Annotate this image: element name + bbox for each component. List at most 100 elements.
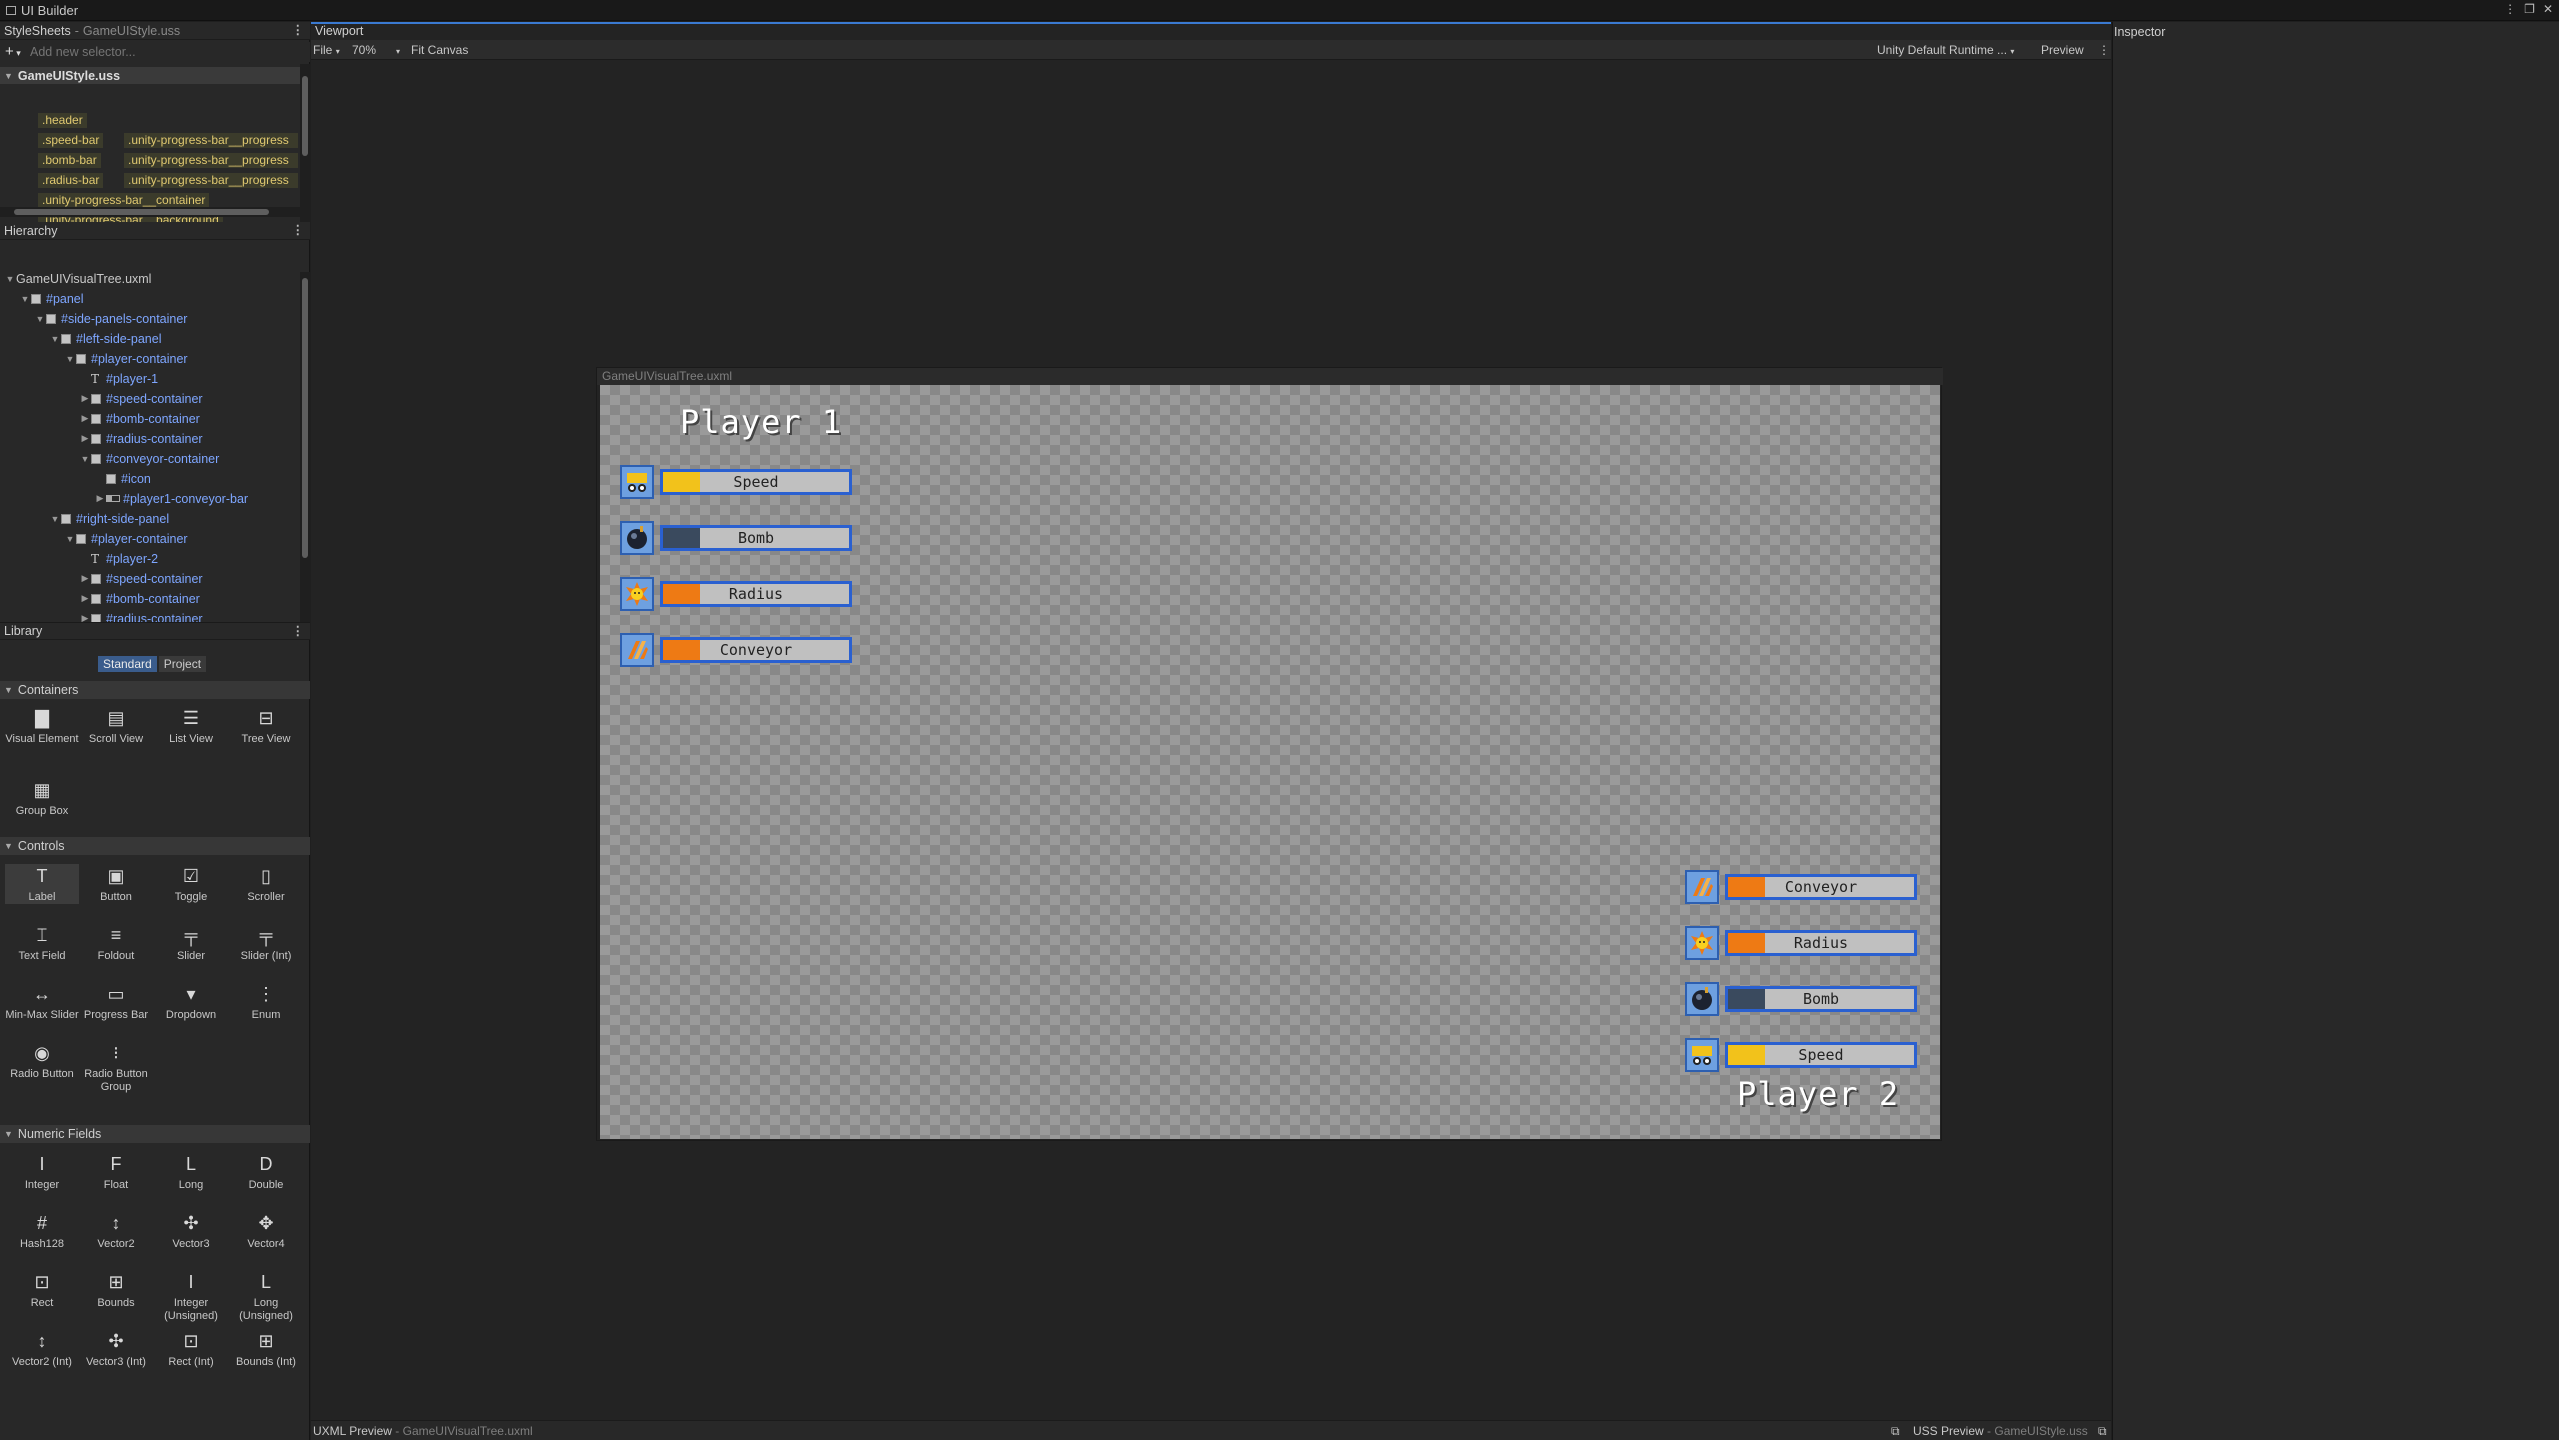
hierarchy-row[interactable]: ▼ #side-panels-container — [34, 310, 188, 327]
window-menu-icon[interactable]: ⋮ — [2504, 2, 2516, 16]
expand-arrow-icon[interactable]: ▼ — [4, 274, 16, 284]
selector-chip[interactable]: .unity-progress-bar__progress — [124, 133, 298, 148]
expand-arrow-icon[interactable]: ▼ — [49, 514, 61, 524]
hierarchy-scroll-thumb[interactable] — [302, 278, 308, 558]
library-item-min-max-slider[interactable]: ↔ Min-Max Slider — [5, 982, 79, 1022]
tab-standard[interactable]: Standard — [98, 656, 157, 672]
library-item-integer-unsigned[interactable]: I Integer (Unsigned) — [154, 1270, 228, 1323]
stat-progress-bar[interactable]: Conveyor — [1725, 874, 1917, 900]
library-item-slider[interactable]: ╤ Slider — [154, 923, 228, 963]
library-item-vector3[interactable]: ✣ Vector3 — [154, 1211, 228, 1251]
stat-row-bomb[interactable]: Bomb — [1685, 982, 1917, 1016]
selector-chip[interactable]: .unity-progress-bar__container — [38, 193, 210, 208]
library-item-text-field[interactable]: ⌶ Text Field — [5, 923, 79, 963]
hierarchy-row[interactable]: ▶ #speed-container — [79, 390, 203, 407]
collapse-arrow-icon[interactable]: ▼ — [4, 71, 13, 81]
selector-chip[interactable]: .bomb-bar — [38, 153, 101, 168]
stat-progress-bar[interactable]: Bomb — [660, 525, 852, 551]
library-item-visual-element[interactable]: ▇ Visual Element — [5, 706, 79, 746]
selector-chip[interactable]: .header — [38, 113, 87, 128]
hierarchy-row[interactable]: ▶ #bomb-container — [79, 590, 200, 607]
close-icon[interactable]: ✕ — [2543, 2, 2553, 16]
stat-progress-bar[interactable]: Speed — [1725, 1042, 1917, 1068]
selector-chip[interactable]: .speed-bar — [38, 133, 104, 148]
collapse-arrow-icon[interactable]: ▶ — [79, 593, 91, 604]
stat-row-speed[interactable]: Speed — [1685, 1038, 1917, 1072]
stylesheets-hscroll-thumb[interactable] — [14, 209, 269, 215]
document-canvas[interactable]: GameUIVisualTree.uxml Player 1 Speed Bomb… — [596, 367, 1943, 1141]
collapse-arrow-icon[interactable]: ▶ — [79, 573, 91, 584]
library-item-bounds[interactable]: ⊞ Bounds — [79, 1270, 153, 1310]
library-item-scroll-view[interactable]: ▤ Scroll View — [79, 706, 153, 746]
library-item-hash128[interactable]: # Hash128 — [5, 1211, 79, 1251]
category-controls[interactable]: ▼ Controls — [0, 837, 310, 855]
hierarchy-row[interactable]: ▶ #player1-conveyor-bar — [94, 490, 249, 507]
library-item-progress-bar[interactable]: ▭ Progress Bar — [79, 982, 153, 1022]
expand-arrow-icon[interactable]: ▼ — [64, 354, 76, 364]
library-item-rect[interactable]: ⊡ Rect — [5, 1270, 79, 1310]
library-item-slider-int[interactable]: ╤ Slider (Int) — [229, 923, 303, 963]
hierarchy-row[interactable]: T #player-2 — [79, 550, 158, 567]
selector-chip[interactable]: .unity-progress-bar__progress — [124, 153, 298, 168]
player-2-label[interactable]: Player 2 — [1737, 1075, 1899, 1113]
hierarchy-row[interactable]: ▶ #speed-container — [79, 570, 203, 587]
hierarchy-row[interactable]: T #player-1 — [79, 370, 158, 387]
library-item-enum[interactable]: ⋮ Enum — [229, 982, 303, 1022]
expand-arrow-icon[interactable]: ▼ — [64, 534, 76, 544]
fit-canvas-button[interactable]: Fit Canvas — [411, 43, 468, 57]
open-uxml-icon[interactable]: ⧉ — [1891, 1424, 1900, 1439]
hierarchy-row[interactable]: ▼ #panel — [19, 290, 84, 307]
stylesheets-scroll-thumb[interactable] — [302, 76, 308, 156]
library-menu-icon[interactable]: ⋮ — [292, 623, 305, 638]
expand-arrow-icon[interactable]: ▼ — [19, 294, 31, 304]
hierarchy-row[interactable]: ▼ #player-container — [64, 530, 188, 547]
stylesheet-file-row[interactable]: ▼ GameUIStyle.uss — [0, 67, 300, 84]
library-item-vector2[interactable]: ↕ Vector2 — [79, 1211, 153, 1251]
library-item-button[interactable]: ▣ Button — [79, 864, 153, 904]
collapse-arrow-icon[interactable]: ▶ — [94, 493, 106, 504]
expand-arrow-icon[interactable]: ▼ — [79, 454, 91, 464]
open-uss-icon[interactable]: ⧉ — [2098, 1424, 2107, 1439]
library-item-long[interactable]: L Long — [154, 1152, 228, 1192]
collapse-arrow-icon[interactable]: ▶ — [79, 433, 91, 444]
library-item-foldout[interactable]: ≡ Foldout — [79, 923, 153, 963]
uxml-preview-label[interactable]: UXML Preview - GameUIVisualTree.uxml — [313, 1424, 533, 1438]
viewport-menu-icon[interactable]: ⋮ — [2098, 43, 2110, 57]
collapse-arrow-icon[interactable]: ▶ — [79, 393, 91, 404]
game-ui-preview[interactable]: Player 1 Speed Bomb Radius Conveyor Conveyo… — [600, 385, 1940, 1139]
library-item-vector4[interactable]: ✥ Vector4 — [229, 1211, 303, 1251]
file-menu-button[interactable]: File ▾ — [313, 43, 340, 57]
hierarchy-row[interactable]: #icon — [94, 470, 151, 487]
library-item-label[interactable]: T Label — [5, 864, 79, 904]
hierarchy-row[interactable]: ▼ #right-side-panel — [49, 510, 170, 527]
expand-arrow-icon[interactable]: ▼ — [34, 314, 46, 324]
library-item-radio-button[interactable]: ◉ Radio Button — [5, 1041, 79, 1081]
library-item-rect-int[interactable]: ⊡ Rect (Int) — [154, 1329, 228, 1369]
add-stylesheet-button[interactable]: + ▾ — [0, 43, 30, 61]
zoom-dropdown[interactable]: 70% ▾ — [352, 43, 400, 57]
hierarchy-row[interactable]: ▼ #left-side-panel — [49, 330, 162, 347]
stylesheets-hscrollbar[interactable] — [0, 207, 300, 217]
library-item-float[interactable]: F Float — [79, 1152, 153, 1192]
stat-row-radius[interactable]: Radius — [1685, 926, 1917, 960]
stat-progress-bar[interactable]: Radius — [660, 581, 852, 607]
player-1-label[interactable]: Player 1 — [680, 403, 842, 441]
library-item-double[interactable]: D Double — [229, 1152, 303, 1192]
library-item-tree-view[interactable]: ⊟ Tree View — [229, 706, 303, 746]
hierarchy-row[interactable]: ▼ GameUIVisualTree.uxml — [4, 270, 152, 287]
library-item-scroller[interactable]: ▯ Scroller — [229, 864, 303, 904]
library-item-list-view[interactable]: ☰ List View — [154, 706, 228, 746]
maximize-icon[interactable]: ❐ — [2524, 2, 2535, 16]
hierarchy-row[interactable]: ▶ #bomb-container — [79, 410, 200, 427]
stat-row-conveyor[interactable]: Conveyor — [620, 633, 852, 667]
library-item-long-unsigned[interactable]: L Long (Unsigned) — [229, 1270, 303, 1323]
library-item-dropdown[interactable]: ▾ Dropdown — [154, 982, 228, 1022]
hierarchy-scrollbar[interactable] — [300, 272, 310, 622]
library-item-toggle[interactable]: ☑ Toggle — [154, 864, 228, 904]
collapse-arrow-icon[interactable]: ▶ — [79, 413, 91, 424]
selector-chip[interactable]: .unity-progress-bar__progress — [124, 173, 298, 188]
viewport-canvas[interactable]: GameUIVisualTree.uxml Player 1 Speed Bomb… — [311, 60, 2111, 1420]
stat-progress-bar[interactable]: Speed — [660, 469, 852, 495]
stat-progress-bar[interactable]: Bomb — [1725, 986, 1917, 1012]
hierarchy-row[interactable]: ▼ #player-container — [64, 350, 188, 367]
